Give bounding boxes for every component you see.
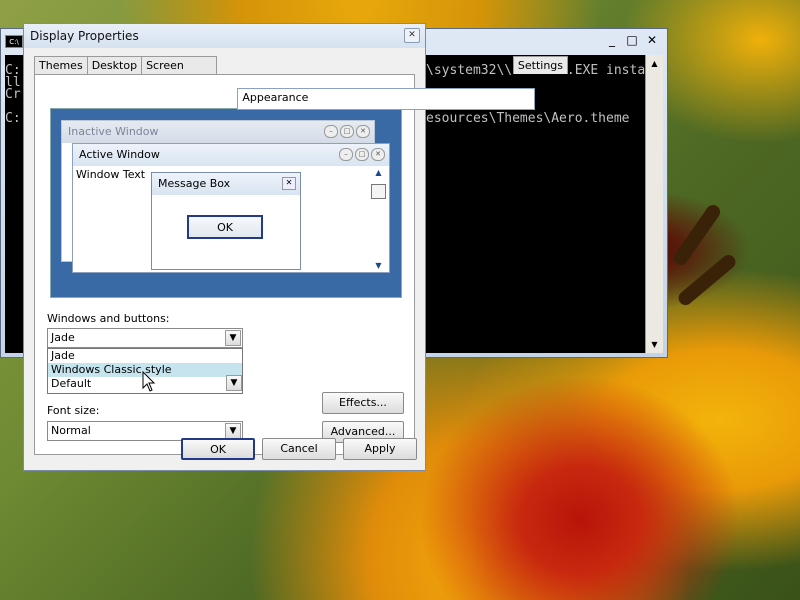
maximize-button[interactable]: □	[623, 33, 641, 49]
window-text: Window Text	[76, 168, 146, 181]
minimize-button[interactable]: _	[603, 33, 621, 49]
tab-strip: Themes Desktop Screen Saver Appearance S…	[34, 54, 569, 110]
dropdown-option-jade[interactable]: Jade	[48, 349, 242, 363]
flower-stamen	[671, 202, 723, 268]
font-size-value: Normal	[51, 424, 91, 437]
preview-scrollbar: ▲ ▼	[371, 168, 386, 270]
scroll-up-icon: ▲	[375, 168, 382, 177]
windows-buttons-select[interactable]: Jade ▼	[47, 328, 243, 348]
maximize-icon: □	[355, 148, 369, 161]
console-icon: C:\	[5, 35, 23, 48]
console-line: Cr	[5, 87, 21, 102]
inactive-window-title: Inactive Window	[68, 125, 159, 138]
preview-message-box: Message Box ✕ OK	[151, 172, 301, 270]
close-icon: ✕	[371, 148, 385, 161]
ok-button[interactable]: OK	[181, 438, 255, 460]
close-icon: ✕	[282, 177, 296, 190]
console-scrollbar[interactable]: ▲ ▼	[645, 55, 663, 353]
appearance-panel: Inactive Window – □ ✕ Active Window – □ ✕ Wi…	[34, 74, 415, 455]
console-line: C:	[5, 111, 21, 126]
tab-settings[interactable]: Settings	[512, 56, 569, 74]
minimize-icon: –	[339, 148, 353, 161]
apply-button[interactable]: Apply	[343, 438, 417, 460]
tab-appearance[interactable]: Appearance	[237, 88, 535, 110]
cancel-button[interactable]: Cancel	[262, 438, 336, 460]
scroll-down-icon: ▼	[375, 261, 382, 270]
tab-themes[interactable]: Themes	[34, 56, 88, 74]
message-box-ok-button: OK	[187, 215, 263, 239]
tab-desktop[interactable]: Desktop	[86, 56, 143, 74]
mouse-cursor-icon	[142, 371, 156, 392]
dialog-close-button[interactable]: ✕	[404, 28, 420, 43]
tab-screen-saver[interactable]: Screen Saver	[141, 56, 218, 88]
maximize-icon: □	[340, 125, 354, 138]
display-properties-dialog[interactable]: Display Properties ✕ Themes Desktop Scre…	[23, 23, 569, 471]
scroll-up-icon[interactable]: ▲	[646, 55, 663, 72]
message-box-title: Message Box	[158, 177, 231, 190]
chevron-down-icon[interactable]: ▼	[225, 423, 241, 439]
scroll-down-icon[interactable]: ▼	[646, 336, 663, 353]
minimize-icon: –	[324, 125, 338, 138]
windows-buttons-value: Jade	[51, 331, 75, 344]
chevron-down-icon[interactable]: ▼	[226, 375, 242, 391]
dialog-titlebar[interactable]: Display Properties ✕	[24, 24, 425, 48]
chevron-down-icon[interactable]: ▼	[225, 330, 241, 346]
console-command-text: esources\Themes\Aero.theme	[426, 111, 630, 126]
appearance-preview: Inactive Window – □ ✕ Active Window – □ ✕ Wi…	[50, 108, 402, 298]
dialog-title: Display Properties	[30, 29, 139, 43]
windows-buttons-label: Windows and buttons:	[47, 312, 170, 325]
close-icon: ✕	[356, 125, 370, 138]
active-window-title: Active Window	[79, 148, 160, 161]
scroll-thumb	[371, 184, 386, 199]
effects-button[interactable]: Effects...	[322, 392, 404, 414]
close-button[interactable]: ✕	[643, 33, 661, 49]
font-size-label: Font size:	[47, 404, 100, 417]
